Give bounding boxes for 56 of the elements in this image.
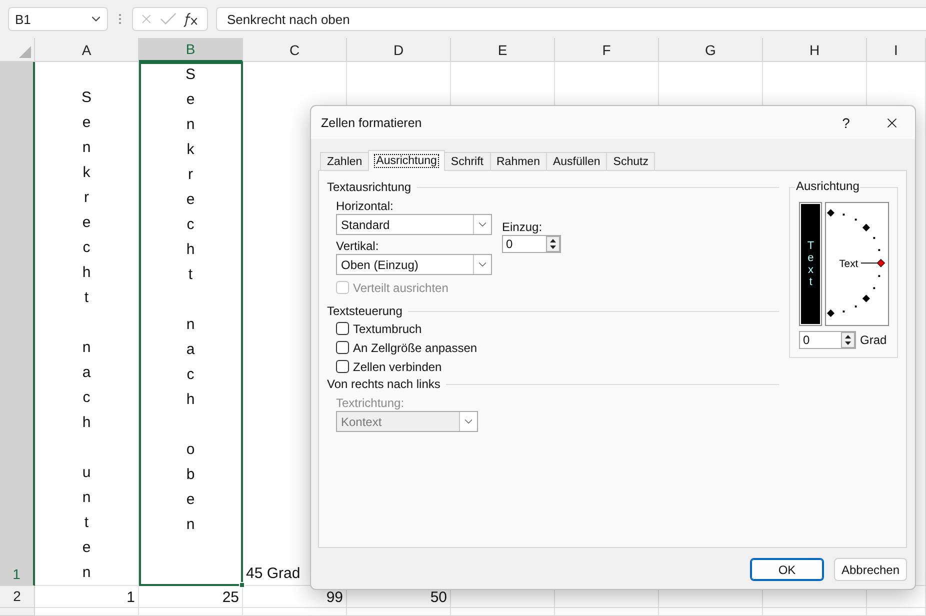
- column-header[interactable]: I: [867, 38, 926, 62]
- selected-cell[interactable]: Senkrecht nach oben: [139, 62, 243, 586]
- cell-text: 50: [430, 589, 447, 606]
- field-label: Vertikal:: [336, 239, 380, 254]
- checkbox[interactable]: [336, 322, 349, 335]
- degrees-spinner[interactable]: 0: [799, 331, 856, 349]
- angle-marker-icon[interactable]: [877, 258, 886, 268]
- cell-text: 45 Grad: [246, 565, 300, 582]
- checkbox-label: Textumbruch: [353, 322, 422, 336]
- column-header[interactable]: G: [659, 38, 763, 62]
- field-label: Einzug:: [502, 220, 544, 235]
- dialog-tab[interactable]: Zahlen: [320, 152, 370, 170]
- dialog-button[interactable]: OK: [750, 558, 824, 581]
- checkbox[interactable]: [336, 360, 349, 373]
- help-button[interactable]: ?: [823, 106, 869, 139]
- row-header[interactable]: 2: [0, 586, 35, 608]
- column-header[interactable]: F: [555, 38, 659, 62]
- spinner-arrows-icon[interactable]: [546, 236, 560, 252]
- group-heading: Ausrichtung: [795, 179, 860, 193]
- drag-handle-icon[interactable]: [118, 13, 122, 25]
- dialog-tab[interactable]: Ausrichtung: [368, 150, 445, 171]
- cell-text: 25: [222, 589, 239, 606]
- column-header[interactable]: D: [347, 38, 451, 62]
- name-box[interactable]: B1: [8, 7, 108, 31]
- dialog-title: Zellen formatieren: [321, 116, 423, 130]
- column-header[interactable]: H: [763, 38, 867, 62]
- checkbox[interactable]: [336, 341, 349, 354]
- column-header[interactable]: A: [35, 38, 139, 62]
- checkbox-label: Zellen verbinden: [353, 360, 442, 374]
- column-header[interactable]: E: [451, 38, 555, 62]
- formula-field[interactable]: Senkrecht nach oben: [216, 7, 926, 31]
- column-header[interactable]: B: [139, 38, 243, 62]
- column-header[interactable]: C: [243, 38, 347, 62]
- group-heading: Textsteuerung: [327, 304, 402, 318]
- vertical-select[interactable]: Oben (Einzug): [336, 254, 492, 275]
- dialog-tab[interactable]: Schutz: [606, 152, 656, 170]
- indent-spinner[interactable]: 0: [502, 235, 561, 253]
- orientation-dial[interactable]: Text: [825, 202, 889, 326]
- vertical-text-toggle[interactable]: Text: [799, 202, 822, 326]
- checkbox-label: Verteilt ausrichten: [353, 280, 448, 294]
- vertical-cell-text: Senkrecht nach unten: [81, 88, 92, 583]
- cell-text: 99: [326, 589, 343, 606]
- spinner-arrows-icon[interactable]: [841, 332, 855, 348]
- dialog-button[interactable]: Abbrechen: [834, 558, 907, 581]
- confirm-check-icon[interactable]: [160, 12, 176, 26]
- degrees-label: Grad: [860, 333, 887, 347]
- group-heading: Von rechts nach links: [327, 377, 440, 391]
- field-label: Horizontal:: [336, 199, 394, 214]
- vertical-cell-text: Senkrecht nach oben: [185, 65, 196, 535]
- group-heading: Textausrichtung: [327, 180, 412, 194]
- field-label: Textrichtung:: [336, 396, 406, 411]
- checkbox-label: An Zellgröße anpassen: [353, 340, 478, 354]
- row-header[interactable]: 1: [0, 62, 35, 586]
- horizontal-select[interactable]: Standard: [336, 214, 492, 235]
- cell-text: 1: [126, 589, 135, 606]
- dial-text-label: Text: [840, 258, 859, 270]
